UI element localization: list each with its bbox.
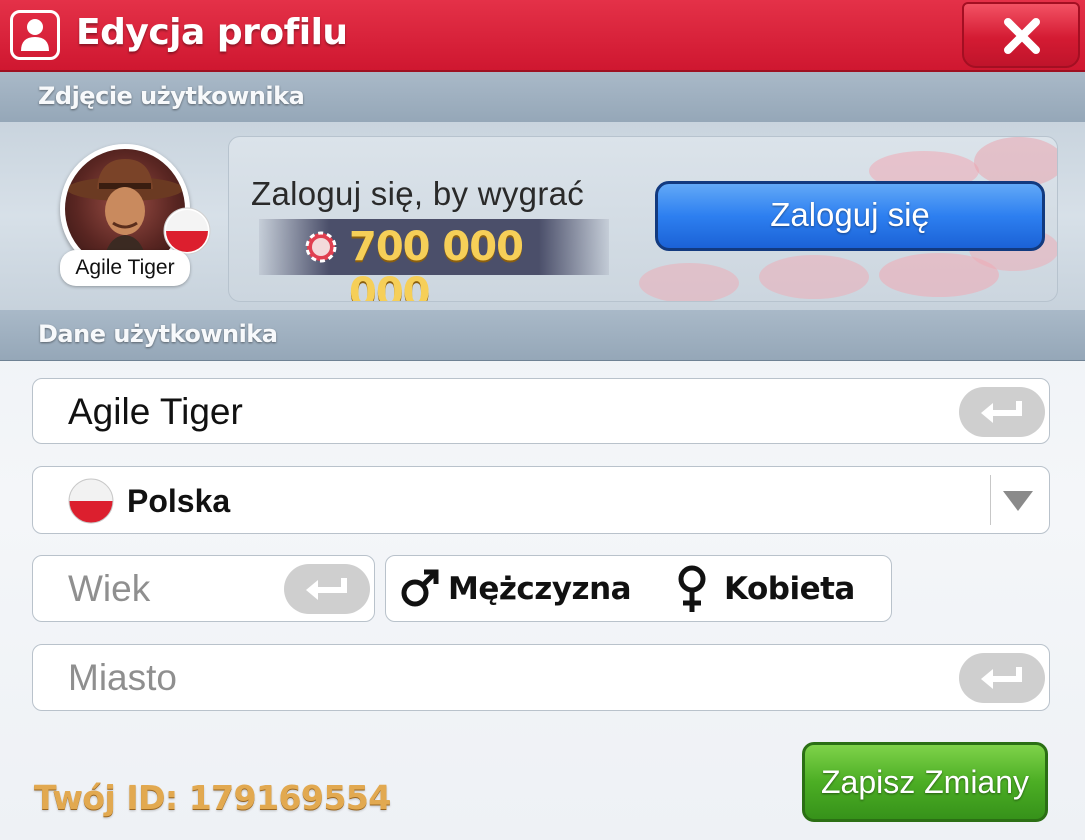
city-field[interactable]: Miasto xyxy=(32,644,1050,711)
photo-section: Agile Tiger Zaloguj się, by wygrać 700 0… xyxy=(0,122,1085,310)
name-value: Agile Tiger xyxy=(68,391,243,432)
dropdown-divider xyxy=(990,475,991,525)
city-placeholder: Miasto xyxy=(68,657,177,698)
age-enter-button[interactable] xyxy=(284,564,370,614)
gender-option-male[interactable]: Mężczyzna xyxy=(400,556,632,622)
female-symbol-icon xyxy=(678,565,706,612)
age-placeholder: Wiek xyxy=(68,568,151,609)
gender-selector: Mężczyzna Kobieta xyxy=(385,555,892,622)
data-section-header: Dane użytkownika xyxy=(0,310,1085,361)
enter-arrow-icon xyxy=(981,667,1022,689)
gender-option-female[interactable]: Kobieta xyxy=(676,556,876,622)
name-field[interactable]: Agile Tiger xyxy=(32,378,1050,444)
close-button[interactable] xyxy=(962,2,1080,68)
casino-chip-icon xyxy=(305,231,337,263)
chip-decoration xyxy=(759,255,869,299)
name-enter-button[interactable] xyxy=(959,387,1045,437)
chip-decoration xyxy=(639,263,739,301)
avatar-name-label: Agile Tiger xyxy=(60,250,190,286)
photo-section-title: Zdjęcie użytkownika xyxy=(38,82,305,110)
data-section-title: Dane użytkownika xyxy=(38,320,278,348)
poland-flag-icon xyxy=(68,478,114,524)
age-field[interactable]: Wiek xyxy=(32,555,375,622)
chip-decoration xyxy=(974,137,1057,187)
user-profile-icon xyxy=(10,10,60,60)
gender-female-label: Kobieta xyxy=(724,571,855,607)
city-enter-button[interactable] xyxy=(959,653,1045,703)
chevron-down-icon[interactable] xyxy=(1001,489,1035,513)
photo-section-header: Zdjęcie użytkownika xyxy=(0,72,1085,123)
country-value: Polska xyxy=(127,483,231,519)
male-symbol-icon xyxy=(401,569,439,607)
login-promo-panel: Zaloguj się, by wygrać 700 000 000 Zalog… xyxy=(228,136,1058,302)
user-id-label: Twój ID: 179169554 xyxy=(34,778,391,817)
enter-arrow-icon xyxy=(981,401,1022,423)
enter-arrow-icon xyxy=(306,578,347,600)
prize-amount: 700 000 000 xyxy=(349,224,524,302)
save-changes-button[interactable]: Zapisz Zmiany xyxy=(802,742,1048,822)
prize-bar: 700 000 000 xyxy=(259,219,609,301)
title-bar: Edycja profilu xyxy=(0,0,1085,72)
poland-flag-icon xyxy=(163,207,211,255)
close-x-icon xyxy=(1004,18,1040,54)
country-select[interactable]: Polska xyxy=(32,466,1050,534)
dialog-title: Edycja profilu xyxy=(76,12,348,53)
login-button[interactable]: Zaloguj się xyxy=(655,181,1045,251)
promo-text: Zaloguj się, by wygrać xyxy=(251,175,585,212)
gender-male-label: Mężczyzna xyxy=(448,571,632,607)
